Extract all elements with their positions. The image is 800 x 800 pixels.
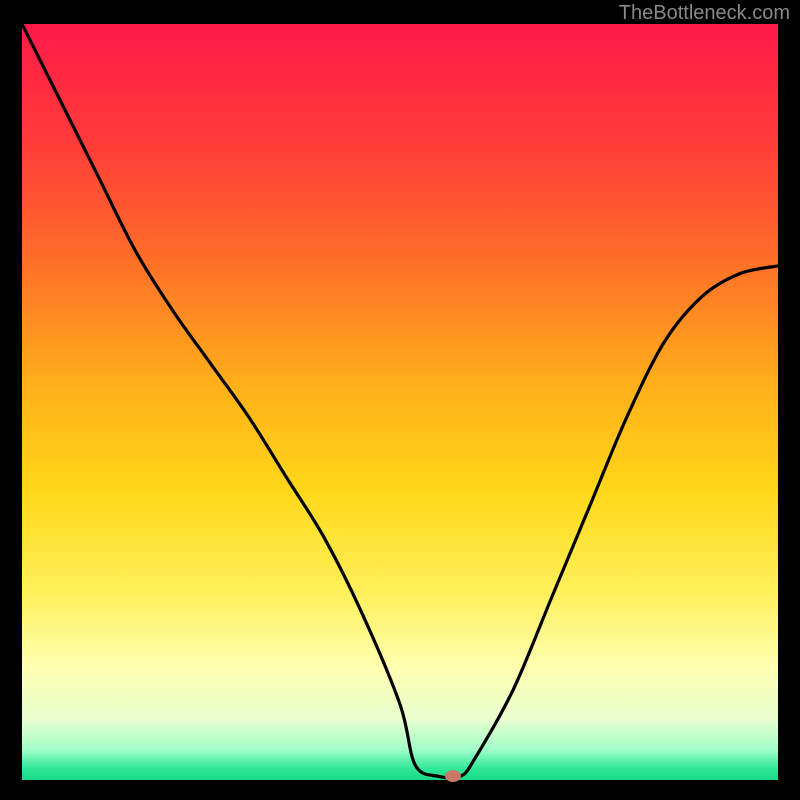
curve-layer [22, 24, 778, 780]
chart-frame [22, 24, 778, 780]
watermark-text: TheBottleneck.com [619, 2, 790, 25]
plot-area [22, 24, 778, 780]
optimal-point-marker [445, 770, 461, 782]
bottleneck-curve [22, 24, 778, 778]
